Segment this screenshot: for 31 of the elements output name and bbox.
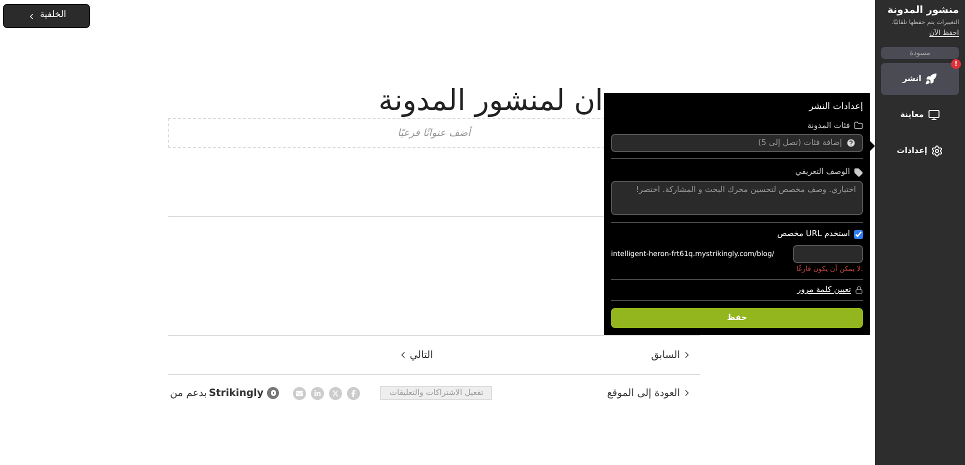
rocket-icon bbox=[925, 73, 938, 85]
help-icon[interactable] bbox=[846, 138, 856, 148]
categories-field[interactable]: إضافة فئات (تصل إلى 5) bbox=[611, 134, 863, 152]
brand-logo-icon bbox=[267, 387, 280, 399]
custom-url-checkbox[interactable] bbox=[854, 230, 863, 238]
tag-icon bbox=[854, 168, 863, 176]
previous-link[interactable]: السابق bbox=[651, 348, 692, 362]
facebook-icon[interactable] bbox=[347, 386, 360, 400]
back-to-site-link[interactable]: العودة إلى الموقع bbox=[607, 386, 692, 400]
categories-label: فئات المدونة bbox=[807, 120, 850, 132]
folder-icon bbox=[854, 121, 863, 130]
password-link[interactable]: تعيين كلمة مرور bbox=[797, 284, 851, 296]
description-label: الوصف التعريفي bbox=[795, 166, 850, 178]
custom-url-label: استخدم URL مخصص bbox=[777, 228, 850, 240]
mail-icon[interactable] bbox=[293, 386, 306, 400]
sidebar-title: منشور المدونة bbox=[886, 4, 959, 18]
sidebar-item[interactable]: معاينة bbox=[881, 99, 959, 131]
popover-title: إعدادات النشر bbox=[809, 100, 863, 114]
lock-icon bbox=[855, 286, 863, 294]
sidebar-item[interactable]: إعدادات bbox=[881, 135, 959, 167]
brand-name: Strikingly bbox=[208, 386, 264, 400]
post-title[interactable]: ان لمنشور المدونة bbox=[378, 82, 603, 118]
description-field[interactable]: اختياري. وصف مخصص لتحسين محرك البحث و المشاركة. اختصر! bbox=[611, 181, 863, 215]
powered-by-text: بدعم من bbox=[170, 386, 207, 400]
linkedin-icon[interactable] bbox=[311, 386, 324, 400]
back-button[interactable]: الخلفية bbox=[3, 4, 90, 28]
x-icon[interactable] bbox=[329, 386, 342, 400]
monitor-icon bbox=[928, 109, 940, 121]
settings-icon bbox=[931, 145, 944, 157]
next-link[interactable]: التالي bbox=[398, 348, 433, 362]
url-slug-field[interactable] bbox=[793, 245, 863, 263]
